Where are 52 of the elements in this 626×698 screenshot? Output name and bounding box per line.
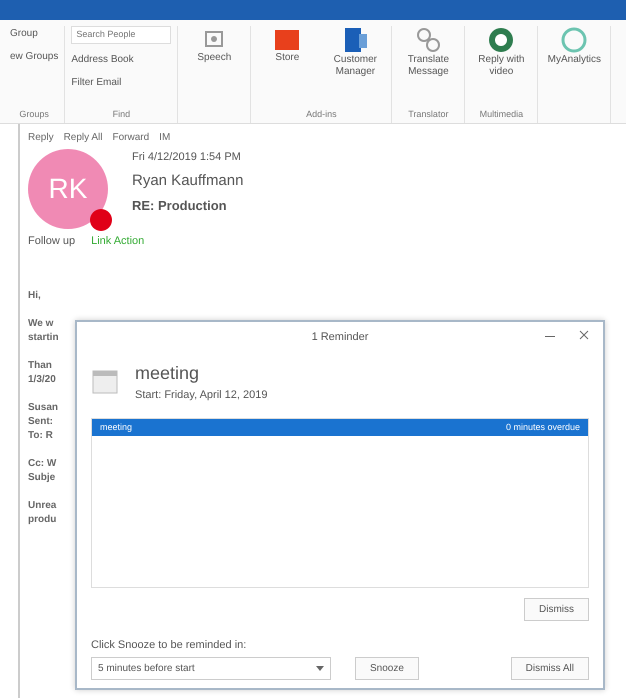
circle-logo-icon bbox=[487, 26, 516, 54]
group-label: Translator bbox=[407, 108, 450, 120]
ribbon-button[interactable]: Translate Message bbox=[398, 26, 458, 108]
message-subject: RE: Production bbox=[132, 197, 228, 215]
ribbon-button[interactable]: Speech bbox=[184, 26, 244, 108]
group-label: Add-ins bbox=[305, 108, 338, 120]
close-icon[interactable] bbox=[579, 330, 589, 340]
body-text: Sent: bbox=[28, 414, 53, 428]
ribbon-button[interactable]: Store bbox=[257, 26, 318, 108]
reminder-row[interactable]: meeting 0 minutes overdue bbox=[92, 418, 588, 436]
snooze-label: Click Snooze to be reminded in: bbox=[91, 638, 248, 652]
body-text: 1/3/20 bbox=[28, 372, 56, 386]
body-text: produ bbox=[28, 512, 56, 526]
snooze-dropdown[interactable]: 5 minutes before start bbox=[91, 657, 331, 680]
dismiss-button[interactable]: Dismiss bbox=[524, 598, 589, 620]
ribbon-button[interactable]: ew Groups bbox=[10, 49, 58, 64]
dialog-title: 1 Reminder bbox=[312, 330, 368, 345]
ribbon-button[interactable]: Address Book bbox=[71, 52, 172, 66]
flag-text: Follow up bbox=[28, 234, 76, 249]
reminder-subject: meeting bbox=[135, 362, 200, 385]
ribbon-button[interactable]: Reply with video bbox=[471, 26, 532, 108]
sender-name: Ryan Kauffmann bbox=[132, 170, 244, 190]
message-action-button[interactable]: Reply bbox=[28, 130, 54, 145]
ribbon-button[interactable]: MyAnalytics bbox=[544, 26, 604, 108]
body-text: startin bbox=[28, 330, 59, 344]
dismiss-all-button[interactable]: Dismiss All bbox=[510, 657, 589, 680]
group-label: Find bbox=[112, 108, 132, 120]
search-field[interactable]: Search People bbox=[71, 26, 172, 44]
body-text: We w bbox=[28, 316, 54, 330]
message-action-button[interactable]: IM bbox=[159, 130, 170, 145]
message-action-button[interactable]: Reply All bbox=[64, 130, 102, 145]
body-text: Hi, bbox=[28, 288, 41, 302]
caret-icon bbox=[316, 666, 324, 671]
calendar-icon bbox=[91, 368, 119, 396]
body-text: To: R bbox=[28, 428, 53, 442]
body-text: Unrea bbox=[28, 498, 56, 512]
snooze-button[interactable]: Snooze bbox=[355, 657, 419, 680]
translate-icon bbox=[414, 26, 442, 54]
group-label: Multimedia bbox=[478, 108, 524, 120]
ribbon-button[interactable]: Filter Email bbox=[71, 74, 172, 90]
ribbon-button[interactable]: Group bbox=[10, 26, 58, 41]
body-text: Subje bbox=[28, 470, 56, 484]
message-action-button[interactable]: Forward bbox=[112, 130, 150, 145]
body-text: Susan bbox=[28, 400, 58, 414]
reminder-start: Start: Friday, April 12, 2019 bbox=[135, 388, 268, 403]
group-label: Groups bbox=[18, 108, 50, 121]
message-date: Fri 4/12/2019 1:54 PM bbox=[132, 150, 242, 165]
body-text: Cc: W bbox=[28, 456, 56, 470]
ribbon-button[interactable]: Customer Manager bbox=[325, 26, 386, 108]
presence-icon bbox=[90, 209, 112, 231]
body-text: Than bbox=[28, 358, 52, 372]
ring-icon bbox=[560, 26, 588, 54]
